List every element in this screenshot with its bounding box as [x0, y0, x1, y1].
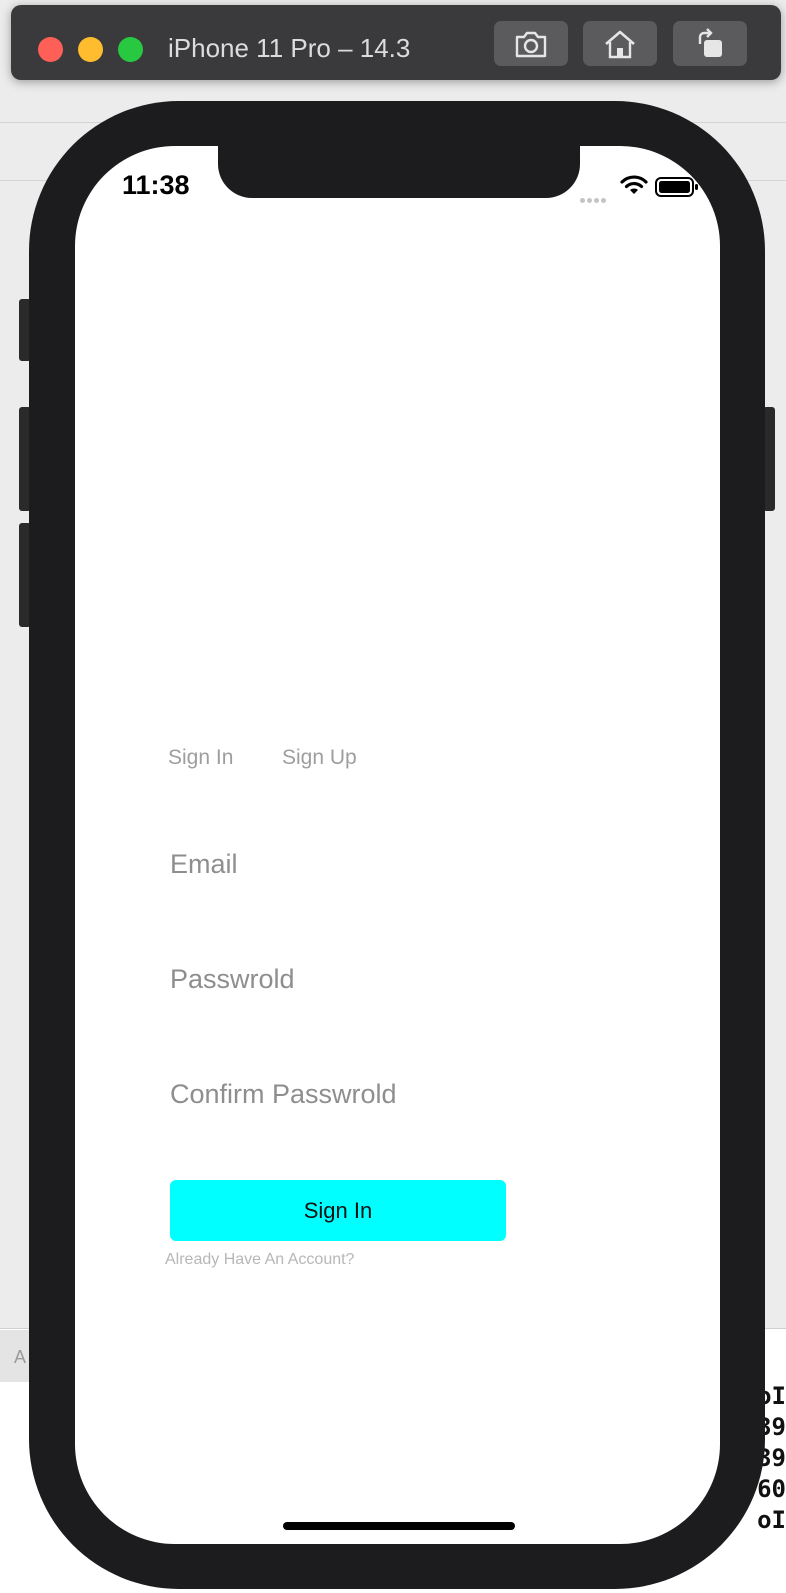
home-indicator[interactable]: [283, 1522, 515, 1530]
simulator-titlebar: iPhone 11 Pro – 14.3: [11, 5, 781, 80]
wifi-icon: [620, 175, 648, 194]
debug-tab-label: A: [14, 1347, 27, 1367]
battery-icon: [655, 177, 698, 197]
password-field[interactable]: [170, 959, 630, 999]
home-button[interactable]: [583, 21, 657, 66]
camera-icon: [515, 31, 547, 57]
home-icon: [605, 30, 635, 58]
notch: [218, 146, 580, 198]
minimize-window-button[interactable]: [78, 37, 103, 62]
close-window-button[interactable]: [38, 37, 63, 62]
zoom-window-button[interactable]: [118, 37, 143, 62]
email-field[interactable]: [170, 844, 630, 884]
rotate-button[interactable]: [673, 21, 747, 66]
status-time: 11:38: [122, 170, 190, 200]
rotate-icon: [698, 27, 722, 57]
sign-in-button[interactable]: Sign In: [170, 1180, 506, 1241]
already-have-account-link[interactable]: Already Have An Account?: [165, 1251, 354, 1269]
screenshot-button[interactable]: [494, 21, 568, 66]
window-title: iPhone 11 Pro – 14.3: [168, 33, 411, 63]
confirm-password-field[interactable]: [170, 1074, 630, 1114]
tab-sign-in[interactable]: Sign In: [168, 746, 233, 770]
phone-screen: 11:38 Sign In Sign Up Sign In Already Ha…: [75, 146, 720, 1544]
signal-icon: [580, 190, 608, 208]
tab-sign-up[interactable]: Sign Up: [282, 746, 357, 770]
